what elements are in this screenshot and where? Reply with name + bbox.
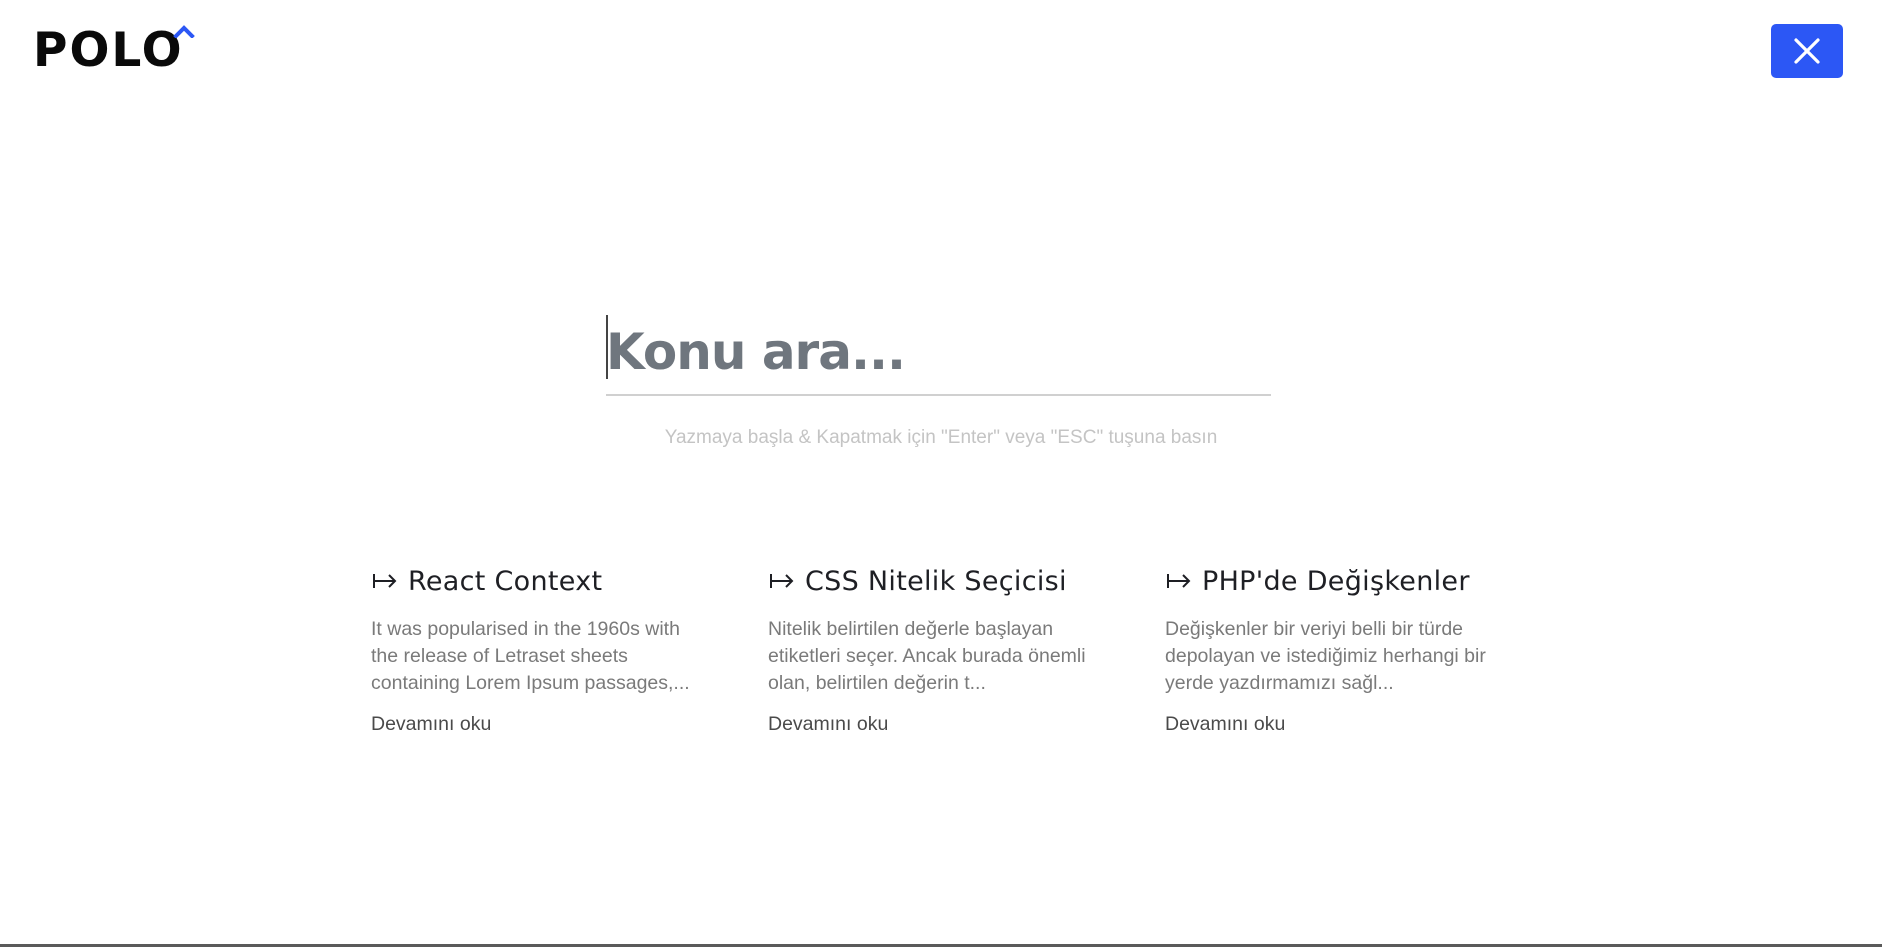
search-overlay: POLO Yazmaya başla & Kapatmak için "Ente… [0, 0, 1882, 947]
arrow-right-icon [373, 574, 397, 588]
arrow-right-icon [1167, 574, 1191, 588]
search-input[interactable] [606, 310, 1271, 396]
suggestion-title-row[interactable]: PHP'de Değişkenler [1165, 560, 1562, 602]
suggestion-card: CSS Nitelik Seçicisi Nitelik belirtilen … [768, 560, 1165, 736]
suggestion-title-row[interactable]: CSS Nitelik Seçicisi [768, 560, 1165, 602]
logo-text: POLO [33, 23, 184, 78]
read-more-link[interactable]: Devamını oku [371, 713, 491, 736]
close-button[interactable] [1771, 24, 1843, 78]
suggestion-description: It was popularised in the 1960s with the… [371, 618, 690, 694]
suggestion-title[interactable]: CSS Nitelik Seçicisi [805, 566, 1067, 597]
search-form [606, 310, 1271, 396]
close-icon [1794, 38, 1820, 64]
suggestion-card: PHP'de Değişkenler Değişkenler bir veriy… [1165, 560, 1562, 736]
text-caret [606, 315, 608, 379]
suggestion-title[interactable]: React Context [408, 566, 602, 597]
read-more-link[interactable]: Devamını oku [768, 713, 888, 736]
search-suggestions: React Context It was popularised in the … [371, 560, 1562, 736]
suggestion-description: Nitelik belirtilen değerle başlayan etik… [768, 618, 1086, 694]
suggestion-title[interactable]: PHP'de Değişkenler [1202, 566, 1470, 597]
arrow-right-icon [770, 574, 794, 588]
read-more-link[interactable]: Devamını oku [1165, 713, 1285, 736]
suggestion-description: Değişkenler bir veriyi belli bir türde d… [1165, 618, 1486, 694]
suggestion-title-row[interactable]: React Context [371, 560, 768, 602]
logo-accent-icon [173, 25, 195, 38]
suggestion-card: React Context It was popularised in the … [371, 560, 768, 736]
search-hint: Yazmaya başla & Kapatmak için "Enter" ve… [664, 427, 1218, 448]
logo[interactable]: POLO [33, 22, 195, 78]
